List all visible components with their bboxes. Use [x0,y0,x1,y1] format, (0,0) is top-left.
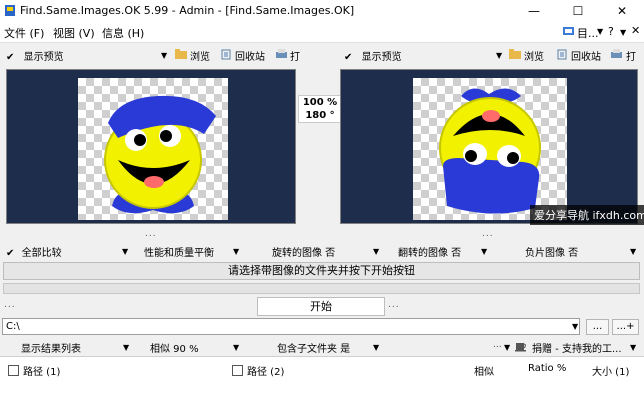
status-message: 请选择带图像的文件夹并按下开始按钮 [3,262,640,280]
menu-file[interactable]: 文件 (F) [4,25,44,41]
check-icon: ✔ [6,52,15,63]
checkbox[interactable] [232,365,243,376]
chevron-down-icon[interactable]: ▼ [572,322,578,331]
left-preview-pane[interactable] [6,69,296,224]
right-show-preview[interactable]: 显示预览 [362,52,402,63]
chevron-down-icon[interactable]: ▼ [373,247,379,256]
recycle-bin-icon [220,48,232,63]
right-browse-button[interactable]: 浏览 [524,48,544,68]
left-preview-image [78,78,228,220]
recycle-bin-icon [556,48,568,63]
chevron-down-icon[interactable]: ▼ [123,343,129,352]
check-icon: ✔ [344,52,353,63]
folder-icon [508,48,522,63]
print-icon [275,48,288,63]
chevron-down-icon[interactable]: ▼ [122,247,128,256]
browse-folder-button[interactable]: ... [586,319,609,335]
column-header-similar[interactable]: 相似 [474,363,494,378]
menu-bar [0,22,644,43]
chevron-down-icon[interactable]: ▼ [504,343,510,352]
left-recycle-button[interactable]: 回收站 [235,48,265,68]
column-header-path1[interactable]: 路径 (1) [8,363,60,378]
smiley-flipped-image [439,88,541,214]
right-toolbar: ✔ 显示预览 [344,48,402,68]
column-header-size[interactable]: 大小 (1) [592,363,629,378]
rotation-value: 180 ° [305,110,335,121]
folder-path-input[interactable]: C:\ [2,318,580,335]
add-folder-button[interactable]: ...+ [612,319,639,335]
show-results-option[interactable]: 显示结果列表 [21,340,81,356]
check-icon: ✔ [6,248,15,259]
chevron-down-icon[interactable]: ▼ [630,247,636,256]
menu-tools[interactable]: 目... [577,25,599,41]
chevron-down-icon: ▼ [597,27,604,36]
compare-all-option[interactable]: ✔ 全部比较 [6,244,62,260]
chevron-down-icon[interactable]: ▼ [373,343,379,352]
subfolders-option[interactable]: 包含子文件夹 是 [277,340,350,356]
chevron-down-icon[interactable]: ▼ [233,247,239,256]
checkbox[interactable] [8,365,19,376]
similarity-value: 100 % [302,97,338,108]
chevron-down-icon[interactable]: ▼ [630,343,636,352]
chevron-down-icon: ▼ [620,28,627,37]
menu-view[interactable]: 视图 (V) [53,25,95,41]
results-table[interactable]: 路径 (1) 路径 (2) 相似 Ratio % 大小 (1) [0,356,644,404]
flipped-option[interactable]: 翻转的图像 否 [398,244,461,260]
column-header-ratio[interactable]: Ratio % [528,363,566,374]
right-dots-button[interactable]: ... [388,300,400,310]
watermark-overlay: 爱分享导航 ifxdh.com [530,205,644,225]
chevron-down-icon[interactable]: ▼ [496,51,502,60]
right-splitter-dots[interactable]: ... [482,229,494,239]
left-toolbar: ✔ 显示预览 [6,48,64,68]
rotated-option[interactable]: 旋转的图像 否 [272,244,335,260]
close-button[interactable]: ✕ [600,0,644,22]
window-title: Find.Same.Images.OK 5.99 - Admin - [Find… [20,4,355,17]
right-recycle-button[interactable]: 回收站 [571,48,601,68]
left-splitter-dots[interactable]: ... [145,229,157,239]
print-icon [610,48,623,63]
start-button[interactable]: 开始 [257,297,385,316]
app-icon [4,4,16,17]
perf-quality-option[interactable]: 性能和质量平衡 [144,244,214,260]
column-header-path2[interactable]: 路径 (2) [232,363,284,378]
close-doc-icon[interactable]: ✕ [631,24,640,37]
coffee-cup-icon [514,339,528,355]
right-print-button[interactable]: 打 [626,48,636,68]
negative-option[interactable]: 负片图像 否 [525,244,578,260]
left-dots-button[interactable]: ... [4,300,16,310]
help-button[interactable]: ? [608,25,614,38]
smiley-image [104,95,216,214]
tools-icon[interactable] [562,25,575,40]
compare-info: 100 % 180 ° [298,95,342,123]
right-preview-image [413,78,567,220]
chevron-down-icon[interactable]: ▼ [233,343,239,352]
donate-link[interactable]: 捐赠 - 支持我的工... [532,340,622,356]
left-print-button[interactable]: 打 [290,48,300,68]
folder-icon [174,48,188,63]
left-browse-button[interactable]: 浏览 [190,48,210,68]
maximize-button[interactable]: ☐ [556,0,600,22]
more-dots[interactable]: ... [493,340,502,350]
similarity-option[interactable]: 相似 90 % [150,340,199,356]
minimize-button[interactable]: — [512,0,556,22]
menu-info[interactable]: 信息 (H) [102,25,144,41]
chevron-down-icon[interactable]: ▼ [161,51,167,60]
right-preview-pane[interactable]: 爱分享导航 ifxdh.com [340,69,644,225]
chevron-down-icon[interactable]: ▼ [481,247,487,256]
progress-bar [3,283,640,294]
left-show-preview[interactable]: 显示预览 [24,52,64,63]
